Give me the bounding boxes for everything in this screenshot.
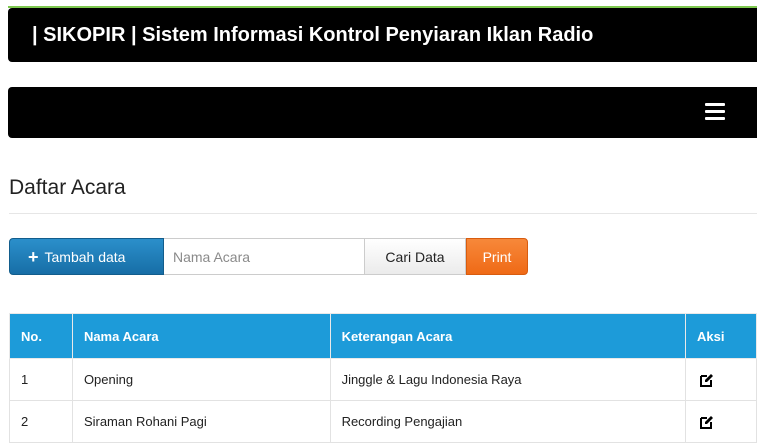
print-button[interactable]: Print (466, 238, 528, 275)
program-table: No. Nama Acara Keterangan Acara Aksi 1 O… (9, 313, 757, 443)
cell-no: 1 (9, 358, 73, 401)
search-button[interactable]: Cari Data (365, 238, 466, 275)
page-title: Daftar Acara (9, 176, 126, 199)
add-data-button[interactable]: + Tambah data (9, 238, 164, 275)
column-header-no: No. (9, 313, 73, 359)
cell-aksi (685, 400, 757, 443)
column-header-aksi: Aksi (685, 313, 757, 359)
cell-keterangan: Recording Pengajian (329, 400, 687, 443)
column-header-nama-acara: Nama Acara (71, 313, 331, 359)
cell-nama-acara: Siraman Rohani Pagi (71, 400, 331, 443)
navbar (8, 87, 757, 138)
search-input[interactable] (164, 238, 365, 275)
column-header-keterangan: Keterangan Acara (329, 313, 687, 359)
app-title-bar: | SIKOPIR | Sistem Informasi Kontrol Pen… (8, 8, 757, 62)
app-title: | SIKOPIR | Sistem Informasi Kontrol Pen… (32, 23, 594, 46)
table-row: 2 Siraman Rohani Pagi Recording Pengajia… (9, 400, 757, 443)
cell-keterangan: Jinggle & Lagu Indonesia Raya (329, 358, 687, 401)
plus-icon: + (28, 246, 39, 267)
cell-aksi (685, 358, 757, 401)
add-data-label: Tambah data (44, 248, 126, 265)
hamburger-menu-icon[interactable] (705, 103, 725, 121)
toolbar: + Tambah data Cari Data Print (9, 238, 528, 275)
edit-icon[interactable] (700, 415, 714, 430)
cell-no: 2 (9, 400, 73, 443)
table-row: 1 Opening Jinggle & Lagu Indonesia Raya (9, 358, 757, 401)
divider (9, 213, 757, 214)
table-header-row: No. Nama Acara Keterangan Acara Aksi (9, 313, 757, 359)
cell-nama-acara: Opening (71, 358, 331, 401)
edit-icon[interactable] (700, 373, 714, 388)
